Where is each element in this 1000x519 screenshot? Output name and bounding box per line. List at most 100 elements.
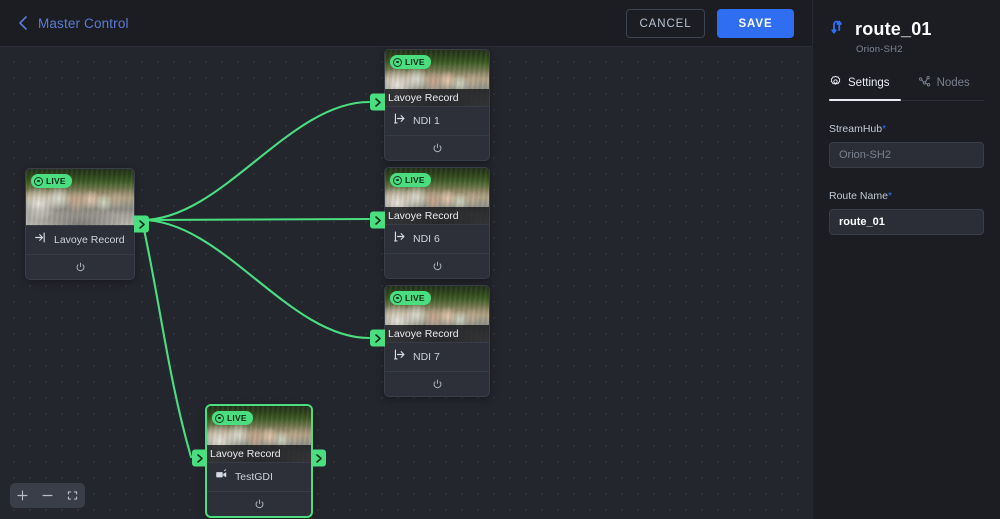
- panel-header: route_01 Orion-SH2: [813, 0, 1000, 55]
- power-icon: [432, 379, 443, 390]
- edge-source-to-ndi6: [142, 219, 369, 220]
- route-name-input[interactable]: [829, 209, 984, 235]
- live-dot-icon: [393, 176, 402, 185]
- node-input-handle[interactable]: [370, 330, 385, 347]
- node-row-label: NDI 1: [413, 115, 440, 127]
- tab-settings[interactable]: Settings: [829, 75, 890, 100]
- node-title-bar: Lavoye Record: [385, 207, 489, 224]
- live-dot-icon: [215, 414, 224, 423]
- node-input-handle[interactable]: [370, 212, 385, 229]
- live-badge: LIVE: [390, 55, 431, 69]
- node-output-handle[interactable]: [134, 216, 149, 233]
- node-source[interactable]: LIVE Lavoye Record: [25, 168, 135, 280]
- input-arrow-icon: [34, 231, 47, 249]
- field-streamhub: StreamHub*: [829, 123, 984, 168]
- node-power-button[interactable]: [385, 371, 489, 396]
- tab-nodes-label: Nodes: [937, 77, 970, 89]
- edge-source-to-ndi1: [142, 102, 369, 220]
- node-output-row: NDI 7: [385, 342, 489, 371]
- field-streamhub-label: StreamHub*: [829, 123, 984, 135]
- active-tab-underline: [829, 99, 901, 101]
- panel-subtitle: Orion-SH2: [856, 44, 1000, 55]
- back-to-master-control-button[interactable]: Master Control: [17, 15, 129, 31]
- node-power-button[interactable]: [385, 253, 489, 278]
- tab-settings-label: Settings: [848, 77, 890, 89]
- node-title: Lavoye Record: [388, 210, 459, 222]
- field-streamhub-label-text: StreamHub: [829, 123, 882, 135]
- zoom-out-button[interactable]: [38, 486, 58, 506]
- node-output-handle[interactable]: [311, 450, 326, 467]
- node-output-row: NDI 1: [385, 106, 489, 135]
- node-source-row: TestGDI: [207, 462, 311, 491]
- fit-view-button[interactable]: [63, 486, 83, 506]
- live-dot-icon: [393, 294, 402, 303]
- streamhub-input[interactable]: [829, 142, 984, 168]
- node-input-handle[interactable]: [370, 94, 385, 111]
- live-badge: LIVE: [31, 174, 72, 188]
- required-asterisk: *: [882, 123, 886, 135]
- node-ndi6[interactable]: LIVE Lavoye Record NDI 6: [384, 167, 490, 279]
- node-thumbnail: LIVE: [26, 169, 134, 225]
- node-testgdi[interactable]: LIVE Lavoye Record TestGDI: [206, 405, 312, 517]
- zoom-controls: [10, 483, 85, 508]
- chevron-left-icon: [17, 15, 29, 31]
- camera-icon: [215, 468, 228, 486]
- panel-tabs: Settings Nodes: [829, 75, 984, 101]
- node-power-button[interactable]: [26, 254, 134, 279]
- node-thumbnail: LIVE Lavoye Record: [385, 286, 489, 342]
- node-thumbnail: LIVE Lavoye Record: [385, 50, 489, 106]
- node-output-row: NDI 6: [385, 224, 489, 253]
- node-row-label: Lavoye Record: [54, 234, 125, 246]
- node-title: Lavoye Record: [388, 92, 459, 104]
- edge-source-to-ndi7: [142, 220, 369, 338]
- live-label: LIVE: [46, 176, 66, 186]
- node-title-bar: Lavoye Record: [385, 325, 489, 342]
- details-panel: route_01 Orion-SH2 Settings: [812, 0, 1000, 519]
- plus-icon: [16, 489, 29, 502]
- back-label: Master Control: [38, 16, 129, 31]
- node-title-bar: Lavoye Record: [207, 445, 311, 462]
- minus-icon: [41, 489, 54, 502]
- gear-icon: [829, 75, 842, 91]
- nodes-graph-icon: [918, 75, 931, 91]
- output-arrow-icon: [393, 348, 406, 366]
- node-source-row: Lavoye Record: [26, 225, 134, 254]
- tab-nodes[interactable]: Nodes: [918, 75, 970, 100]
- cancel-button[interactable]: CANCEL: [626, 9, 705, 38]
- live-badge: LIVE: [390, 291, 431, 305]
- live-label: LIVE: [227, 413, 247, 423]
- node-ndi1[interactable]: LIVE Lavoye Record NDI 1: [384, 49, 490, 161]
- live-label: LIVE: [405, 57, 425, 67]
- app-root: Master Control CANCEL SAVE: [0, 0, 1000, 519]
- field-route-name-label: Route Name*: [829, 190, 984, 202]
- node-row-label: NDI 7: [413, 351, 440, 363]
- save-button[interactable]: SAVE: [717, 9, 794, 38]
- fit-view-icon: [66, 489, 79, 502]
- required-asterisk: *: [888, 190, 892, 202]
- top-bar: Master Control CANCEL SAVE: [0, 0, 812, 47]
- live-label: LIVE: [405, 175, 425, 185]
- flow-canvas[interactable]: LIVE Lavoye Record: [0, 47, 812, 519]
- live-dot-icon: [393, 58, 402, 67]
- live-badge: LIVE: [212, 411, 253, 425]
- field-route-name: Route Name*: [829, 190, 984, 235]
- panel-title: route_01: [855, 19, 932, 40]
- power-icon: [432, 143, 443, 154]
- live-dot-icon: [34, 177, 43, 186]
- output-arrow-icon: [393, 112, 406, 130]
- power-icon: [432, 261, 443, 272]
- output-arrow-icon: [393, 230, 406, 248]
- node-title: Lavoye Record: [210, 448, 281, 460]
- power-icon: [75, 262, 86, 273]
- route-swap-icon: [829, 18, 847, 41]
- node-thumbnail: LIVE Lavoye Record: [207, 406, 311, 462]
- edge-source-to-testgdi: [142, 220, 191, 457]
- node-thumbnail: LIVE Lavoye Record: [385, 168, 489, 224]
- zoom-in-button[interactable]: [13, 486, 33, 506]
- node-input-handle[interactable]: [192, 450, 207, 467]
- node-ndi7[interactable]: LIVE Lavoye Record NDI 7: [384, 285, 490, 397]
- live-label: LIVE: [405, 293, 425, 303]
- live-badge: LIVE: [390, 173, 431, 187]
- node-power-button[interactable]: [207, 491, 311, 516]
- node-power-button[interactable]: [385, 135, 489, 160]
